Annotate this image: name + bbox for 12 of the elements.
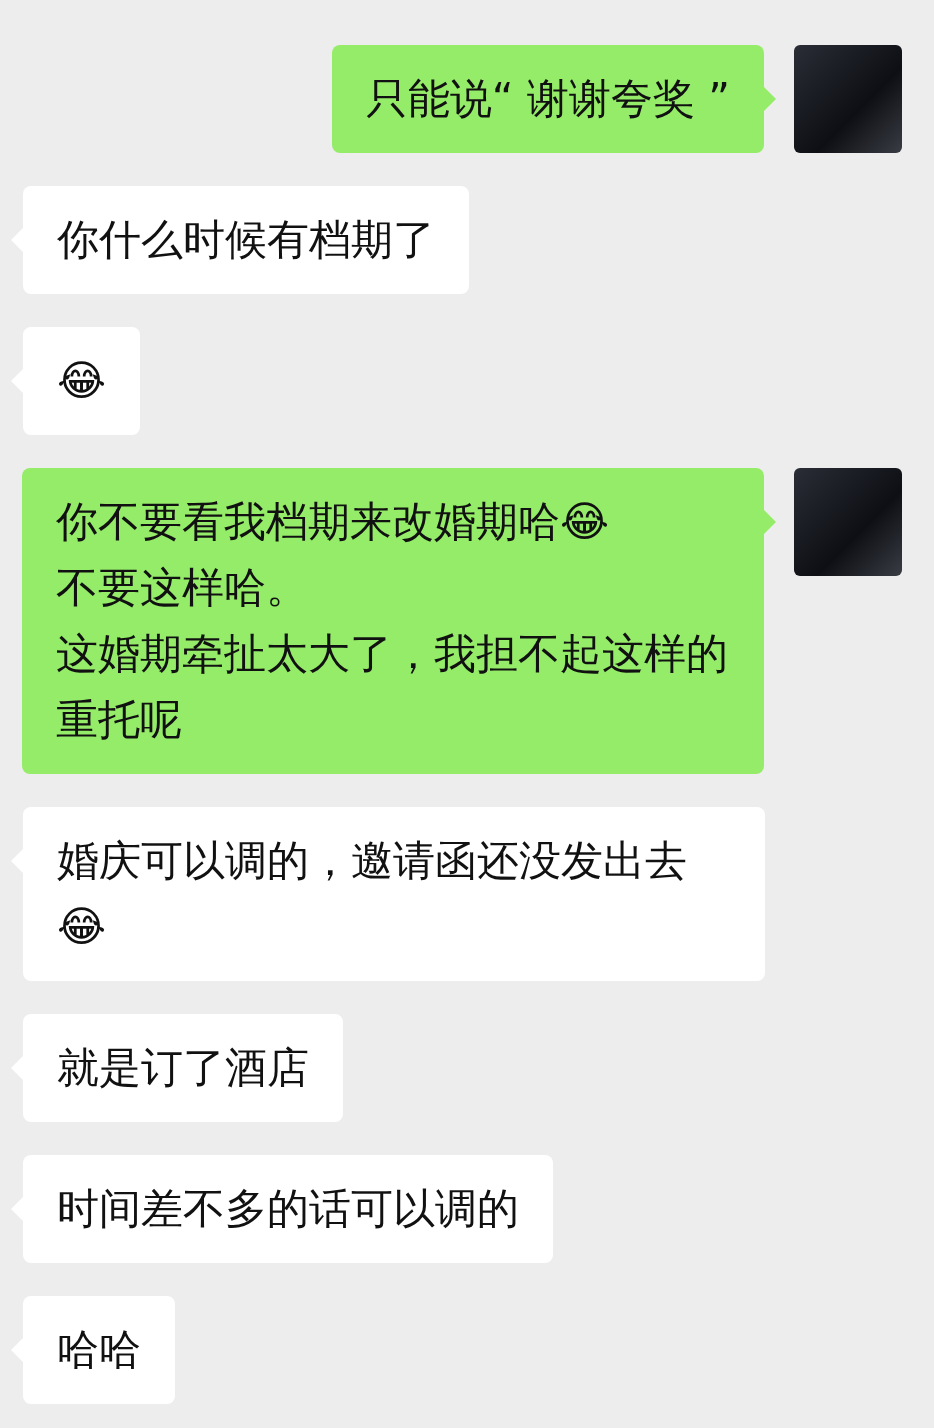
message-text: 这婚期牵扯太大了，我担不起这样的重托呢: [56, 628, 729, 746]
message-text: 只能说“ 谢谢夸奖 ”: [365, 73, 730, 125]
message-text: 婚庆可以调的，邀请函还没发出去😂: [57, 835, 688, 953]
message-text: 😂: [57, 355, 107, 407]
message-text: 你什么时候有档期了: [57, 214, 435, 266]
message-text: 不要这样哈。: [56, 562, 309, 614]
message-text: 你不要看我档期来改婚期哈😂: [56, 496, 611, 548]
avatar-photo[interactable]: [794, 45, 902, 153]
avatar-photo[interactable]: [794, 468, 902, 576]
message-text: 时间差不多的话可以调的: [57, 1183, 519, 1235]
message-text: 就是订了酒店: [57, 1042, 309, 1094]
message-text: 哈哈: [57, 1324, 141, 1376]
